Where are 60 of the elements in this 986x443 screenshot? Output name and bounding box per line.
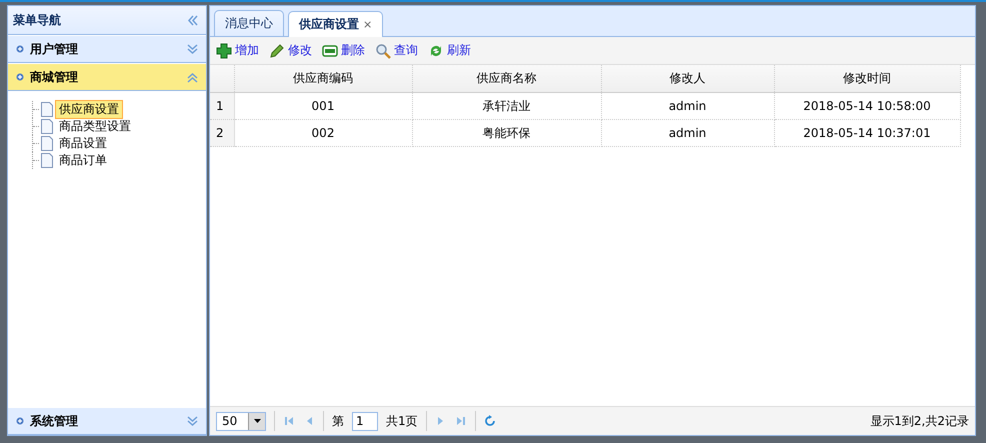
tree-item[interactable]: 商品类型设置 bbox=[55, 117, 135, 136]
section-title: 商城管理 bbox=[30, 68, 79, 86]
page-total: 共1页 bbox=[386, 412, 418, 430]
accordion-header[interactable]: 商城管理 bbox=[8, 63, 206, 91]
table-cell: 承轩洁业 bbox=[412, 92, 601, 120]
toolbar-button[interactable]: 修改 bbox=[269, 42, 312, 59]
expand-icon[interactable] bbox=[187, 44, 198, 54]
search-icon bbox=[375, 42, 391, 58]
reload-icon[interactable] bbox=[484, 415, 496, 427]
last-page-icon[interactable] bbox=[454, 415, 467, 427]
close-icon[interactable]: × bbox=[363, 18, 372, 31]
page-size-select[interactable]: 50 bbox=[216, 412, 266, 430]
add-icon bbox=[216, 42, 232, 58]
table-cell: admin bbox=[601, 92, 774, 120]
tree-item[interactable]: 商品设置 bbox=[55, 134, 111, 153]
row-number: 2 bbox=[210, 120, 234, 146]
table-cell: 2018-05-14 10:37:01 bbox=[774, 120, 960, 146]
accordion-header[interactable]: 用户管理 bbox=[8, 35, 206, 63]
column-header[interactable]: 供应商名称 bbox=[412, 65, 601, 92]
tab[interactable]: 消息中心 bbox=[214, 10, 284, 36]
header-cell bbox=[210, 65, 234, 92]
record-summary: 显示1到2,共2记录 bbox=[870, 412, 969, 430]
column-header[interactable]: 修改时间 bbox=[774, 65, 960, 92]
plus-dot-icon bbox=[16, 45, 24, 53]
toolbar-button[interactable]: 删除 bbox=[322, 42, 365, 59]
plus-dot-icon bbox=[16, 417, 24, 425]
document-icon bbox=[41, 119, 53, 134]
page-label: 第 bbox=[332, 412, 344, 430]
table-cell: 2018-05-14 10:58:00 bbox=[774, 92, 960, 120]
minus-icon bbox=[322, 44, 338, 56]
sidebar-title: 菜单导航 bbox=[13, 12, 61, 28]
document-icon bbox=[41, 102, 53, 117]
row-number: 1 bbox=[210, 92, 234, 120]
table-cell: 001 bbox=[234, 92, 412, 120]
toolbar-button[interactable]: 增加 bbox=[216, 42, 259, 59]
table-cell: 粤能环保 bbox=[412, 120, 601, 146]
column-header[interactable]: 供应商编码 bbox=[234, 65, 412, 92]
tab[interactable]: 供应商设置 × bbox=[288, 11, 384, 37]
toolbar-button[interactable]: 刷新 bbox=[428, 42, 471, 59]
collapse-icon[interactable] bbox=[187, 14, 198, 26]
tab-label: 供应商设置 bbox=[299, 16, 359, 33]
tree-item[interactable]: 商品订单 bbox=[55, 151, 111, 170]
tab-label: 消息中心 bbox=[225, 15, 273, 32]
toolbar-button[interactable]: 查询 bbox=[375, 42, 418, 59]
section-title: 用户管理 bbox=[30, 40, 79, 58]
document-icon bbox=[41, 136, 53, 151]
plus-dot-icon bbox=[16, 73, 24, 81]
document-icon bbox=[41, 153, 53, 168]
table-cell: 002 bbox=[234, 120, 412, 146]
first-page-icon[interactable] bbox=[283, 415, 295, 427]
expand-icon[interactable] bbox=[187, 416, 198, 426]
column-header[interactable]: 修改人 bbox=[601, 65, 774, 92]
accordion-header[interactable]: 系统管理 bbox=[8, 407, 206, 435]
collapse-icon[interactable] bbox=[187, 72, 198, 82]
tree-item[interactable]: 供应商设置 bbox=[55, 100, 123, 119]
dropdown-icon bbox=[254, 419, 260, 423]
table-cell: admin bbox=[601, 120, 774, 146]
pencil-icon bbox=[269, 42, 285, 58]
section-title: 系统管理 bbox=[30, 412, 79, 430]
page-input[interactable]: 1 bbox=[352, 412, 378, 430]
